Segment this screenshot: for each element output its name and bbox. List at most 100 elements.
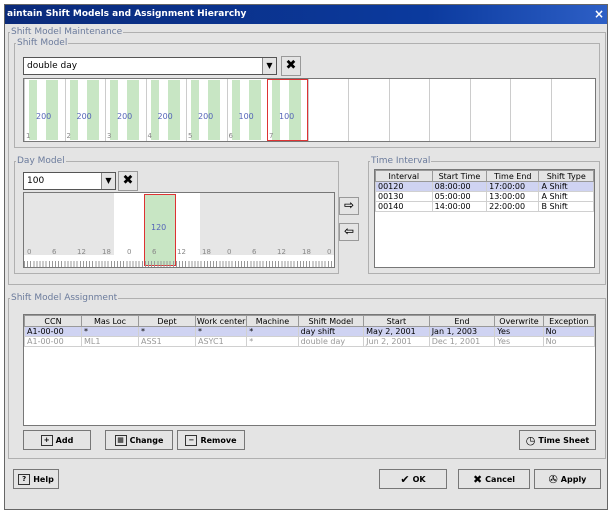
table-row[interactable]: 00130 05:00:00 13:00:00 A Shift	[375, 191, 594, 202]
help-button[interactable]: ? Help	[13, 469, 59, 489]
shift-model-legend: Shift Model	[17, 38, 68, 48]
table-cell: day shift	[297, 326, 365, 337]
timeline-day-cell[interactable]	[469, 79, 511, 141]
table-cell: ASS1	[138, 336, 196, 347]
dialog-window: aintain Shift Models and Assignment Hier…	[4, 4, 608, 510]
timeline-day-cell[interactable]	[307, 79, 349, 141]
cancel-button[interactable]: ✖ Cancel	[458, 469, 530, 489]
hour-tick-label: 18	[202, 248, 211, 256]
shift-bar	[29, 80, 37, 140]
column-header[interactable]: Interval	[375, 170, 433, 182]
change-button[interactable]: ▦ Change	[105, 430, 173, 450]
day-model-select[interactable]: 100 ▼	[23, 172, 116, 190]
day-model-timeline[interactable]: 120 0 6 12 18 0 6 12 18 0 6 12 18 0	[23, 192, 335, 268]
assignment-header-row: CCN Mas Loc Dept Work center Machine Shi…	[24, 315, 595, 327]
shift-model-value: double day	[27, 61, 78, 71]
shift-bar	[231, 80, 240, 140]
previous-day-region	[24, 193, 114, 255]
column-header[interactable]: Machine	[246, 315, 299, 327]
hour-tick-label: 0	[27, 248, 32, 256]
window-title: aintain Shift Models and Assignment Hier…	[7, 9, 247, 19]
timeline-day-cell[interactable]	[429, 79, 470, 141]
time-sheet-button[interactable]: ◷ Time Sheet	[519, 430, 596, 450]
chevron-down-icon[interactable]: ▼	[262, 58, 276, 74]
time-interval-table[interactable]: Interval Start Time Time End Shift Type …	[374, 169, 595, 268]
add-button[interactable]: + Add	[23, 430, 91, 450]
day-number: 6	[228, 132, 233, 140]
checkmark-icon: ✔	[400, 472, 410, 486]
timeline-day-cell[interactable]	[388, 79, 430, 141]
remove-button-label: Remove	[200, 435, 237, 445]
clear-day-model-button[interactable]: ✖	[118, 171, 138, 191]
apply-icon: ✇	[548, 472, 558, 486]
table-cell: A Shift	[538, 191, 594, 202]
close-icon[interactable]: ×	[594, 5, 604, 24]
table-row[interactable]: A1-00-00 * * * * day shift May 2, 2001 J…	[24, 326, 595, 337]
column-header[interactable]: Shift Type	[538, 170, 594, 182]
shift-bar-label: 200	[157, 112, 173, 121]
column-header[interactable]: Start	[363, 315, 430, 327]
remove-row-icon: −	[185, 434, 198, 446]
shift-model-timeline[interactable]: 200 1 200 2 200 3 200 4 200 5 100 6 100 7	[23, 78, 596, 142]
cancel-button-label: Cancel	[485, 474, 516, 484]
timeline-day-cell[interactable]	[550, 79, 592, 141]
table-row[interactable]: 00120 08:00:00 17:00:00 A Shift	[375, 181, 594, 192]
table-cell: No	[542, 326, 595, 337]
add-row-icon: +	[40, 434, 53, 446]
clock-icon: ◷	[525, 433, 536, 447]
hour-tick-label: 12	[77, 248, 86, 256]
column-header[interactable]: CCN	[24, 315, 82, 327]
clear-shift-model-button[interactable]: ✖	[281, 56, 301, 76]
hour-tick-label: 0	[127, 248, 132, 256]
table-cell: *	[138, 326, 196, 337]
move-left-button[interactable]: ⇦	[339, 223, 359, 241]
table-cell: double day	[297, 336, 365, 347]
column-header[interactable]: Overwrite	[494, 315, 544, 327]
shift-bar	[69, 80, 78, 140]
hour-ruler	[24, 261, 334, 267]
timeline-day-cell[interactable]	[510, 79, 551, 141]
column-header[interactable]: End	[428, 315, 496, 327]
table-cell: *	[194, 326, 248, 337]
table-cell: Jan 1, 2003	[428, 326, 496, 337]
column-header[interactable]: Exception	[542, 315, 595, 327]
remove-button[interactable]: − Remove	[177, 430, 245, 450]
chevron-down-icon[interactable]: ▼	[101, 173, 115, 189]
column-header[interactable]: Time End	[486, 170, 540, 182]
hour-tick-label: 12	[277, 248, 286, 256]
table-cell: 00130	[375, 191, 433, 202]
arrow-right-icon: ⇨	[343, 198, 355, 212]
assignment-table[interactable]: CCN Mas Loc Dept Work center Machine Shi…	[23, 314, 596, 426]
table-row[interactable]: 00140 14:00:00 22:00:00 B Shift	[375, 201, 594, 212]
time-interval-header-row: Interval Start Time Time End Shift Type	[375, 170, 594, 182]
hour-tick-label: 18	[102, 248, 111, 256]
table-cell: Yes	[494, 326, 544, 337]
column-header[interactable]: Start Time	[431, 170, 488, 182]
column-header[interactable]: Dept	[138, 315, 196, 327]
table-cell: 00140	[375, 201, 433, 212]
table-cell: Jun 2, 2001	[363, 336, 430, 347]
table-cell: B Shift	[538, 201, 594, 212]
column-header[interactable]: Shift Model	[297, 315, 365, 327]
table-cell: A Shift	[538, 181, 594, 192]
day-number: 4	[147, 132, 152, 140]
column-header[interactable]: Mas Loc	[81, 315, 139, 327]
timeline-day-cell[interactable]	[348, 79, 389, 141]
hour-tick-label: 6	[152, 248, 157, 256]
change-button-label: Change	[129, 435, 164, 445]
ok-button[interactable]: ✔ OK	[379, 469, 447, 489]
shift-model-maintenance-legend: Shift Model Maintenance	[11, 27, 123, 37]
move-right-button[interactable]: ⇨	[339, 197, 359, 215]
table-cell: Dec 1, 2001	[428, 336, 496, 347]
add-button-label: Add	[55, 435, 74, 445]
table-cell: 05:00:00	[431, 191, 488, 202]
column-header[interactable]: Work center	[194, 315, 248, 327]
hour-tick-label: 6	[252, 248, 257, 256]
shift-model-select[interactable]: double day ▼	[23, 57, 277, 75]
table-cell: May 2, 2001	[363, 326, 430, 337]
table-row[interactable]: A1-00-00 ML1 ASS1 ASYC1 * double day Jun…	[24, 336, 595, 347]
apply-button[interactable]: ✇ Apply	[534, 469, 601, 489]
shift-bar-label: 200	[117, 112, 133, 121]
title-bar[interactable]: aintain Shift Models and Assignment Hier…	[5, 5, 607, 24]
table-cell: 14:00:00	[431, 201, 488, 212]
